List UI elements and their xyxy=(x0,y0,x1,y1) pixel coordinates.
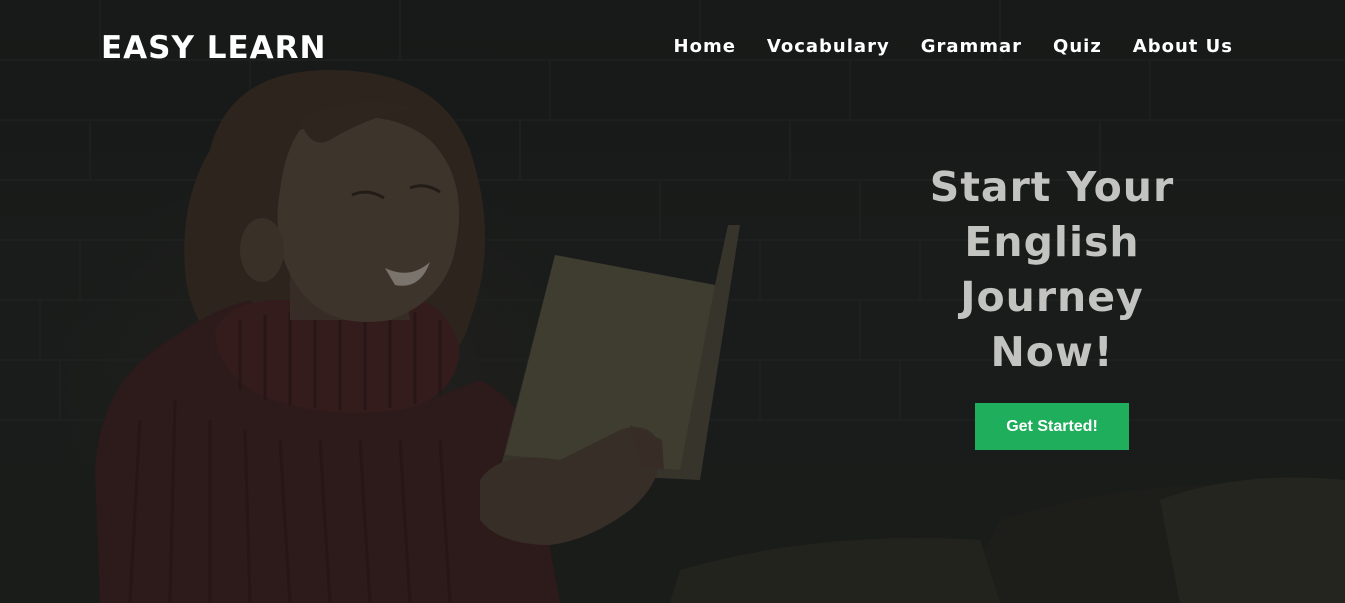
hero-section: EASY LEARN Home Vocabulary Grammar Quiz … xyxy=(0,0,1345,603)
brand-logo[interactable]: EASY LEARN xyxy=(101,28,326,68)
nav-grammar[interactable]: Grammar xyxy=(921,35,1022,59)
nav-menu: Home Vocabulary Grammar Quiz About Us xyxy=(674,35,1233,59)
nav-quiz[interactable]: Quiz xyxy=(1053,35,1102,59)
hero-content: Start Your English Journey Now! xyxy=(902,160,1202,380)
nav-vocabulary[interactable]: Vocabulary xyxy=(767,35,890,59)
get-started-button[interactable]: Get Started! xyxy=(975,403,1129,450)
navbar: EASY LEARN Home Vocabulary Grammar Quiz … xyxy=(0,0,1345,96)
hero-headline: Start Your English Journey Now! xyxy=(929,163,1175,376)
nav-about-us[interactable]: About Us xyxy=(1133,35,1233,59)
nav-home[interactable]: Home xyxy=(674,35,736,59)
